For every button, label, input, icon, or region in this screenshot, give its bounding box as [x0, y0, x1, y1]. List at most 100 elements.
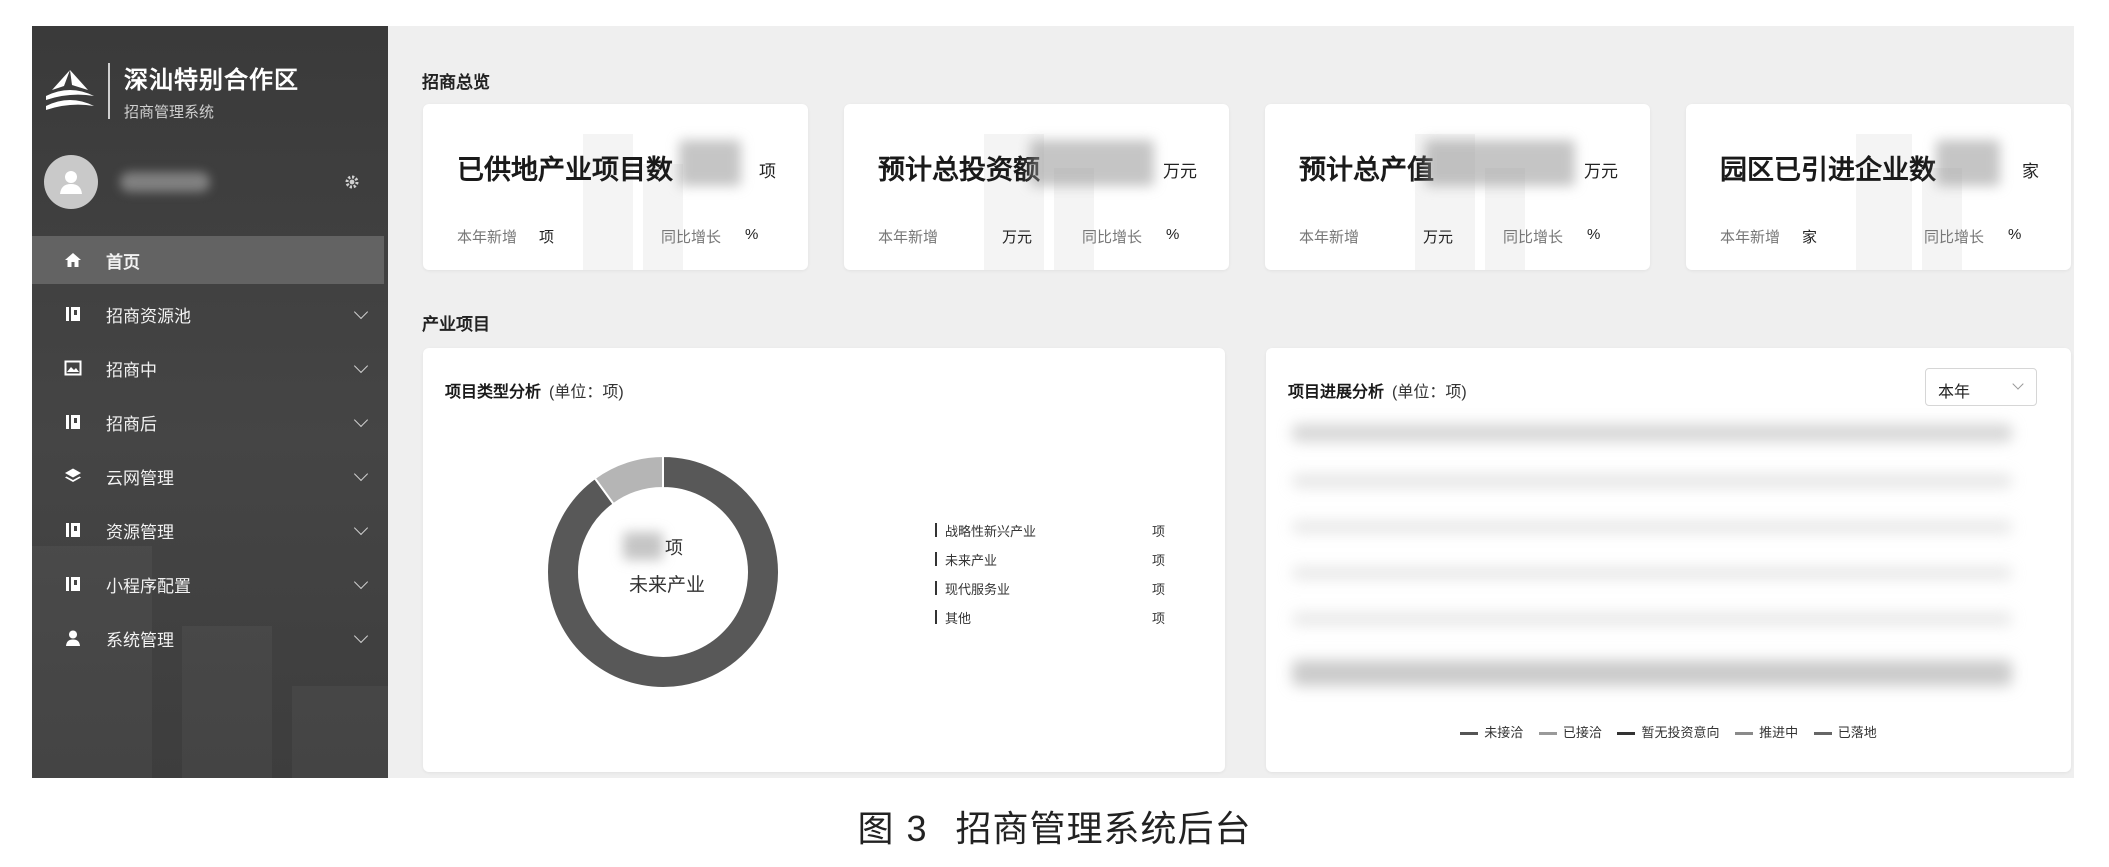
legend-item[interactable]: 已落地	[1813, 722, 1877, 741]
legend-item[interactable]: 未接洽	[1460, 722, 1523, 741]
new-this-year-unit: 万元	[1423, 229, 1454, 246]
period-select[interactable]: 本年	[1925, 368, 2037, 406]
legend-label: 已接洽	[1562, 725, 1602, 740]
sidebar-decoration	[292, 686, 388, 778]
book-icon	[62, 519, 84, 541]
stat-unit: 万元	[1584, 162, 1618, 181]
stat-card-companies[interactable]: 园区已引进企业数 家 本年新增 家 同比增长 %	[1686, 104, 2071, 270]
user-profile[interactable]	[44, 152, 374, 212]
legend-marker	[1735, 732, 1754, 736]
yoy-growth-unit: %	[2008, 226, 2022, 243]
section-title-projects: 产业项目	[422, 315, 490, 334]
legend-item[interactable]: 已接洽	[1538, 722, 1602, 741]
sidebar-item-label: 小程序配置	[106, 576, 191, 596]
chevron-down-icon	[353, 466, 369, 482]
gear-icon[interactable]	[344, 174, 360, 190]
blurred-chart-row	[1292, 520, 2012, 534]
sidebar-item-label: 招商后	[106, 414, 157, 434]
redacted-value	[1936, 140, 2000, 186]
book-icon	[62, 411, 84, 433]
chevron-down-icon	[353, 520, 369, 536]
sidebar-item-cloud-network[interactable]: 云网管理	[32, 452, 388, 500]
legend-item[interactable]: 其他 项	[935, 607, 1165, 629]
blurred-chart-row	[1292, 612, 2012, 626]
sidebar-item-label: 资源管理	[106, 522, 174, 542]
sidebar-item-after[interactable]: 招商后	[32, 398, 388, 446]
yoy-growth-label: 同比增长	[1503, 229, 1564, 246]
brand-divider	[108, 63, 110, 119]
chevron-down-icon	[353, 412, 369, 428]
figure-caption: 图 3 招商管理系统后台	[0, 800, 2109, 852]
new-this-year-unit: 万元	[1002, 229, 1033, 246]
legend-unit: 项	[1151, 524, 1165, 539]
home-icon	[62, 249, 84, 271]
project-progress-panel: 项目进展分析 (单位：项) 本年 未接洽 已接洽 暂无投资意向 推进中 已落地	[1266, 348, 2071, 772]
panel-title-text: 项目类型分析	[445, 384, 542, 401]
stat-card-total-investment[interactable]: 预计总投资额 万元 本年新增 万元 同比增长 %	[844, 104, 1229, 270]
avatar[interactable]	[44, 155, 98, 209]
period-select-value: 本年	[1938, 384, 1971, 401]
app-window: 深汕特别合作区 招商管理系统 首页 招商资源池 招商中 招商后 云网管理 资源管…	[32, 26, 2074, 778]
book-icon	[62, 573, 84, 595]
panel-title: 项目类型分析 (单位：项)	[445, 378, 624, 402]
sidebar-item-in-progress[interactable]: 招商中	[32, 344, 388, 392]
stat-card-total-output[interactable]: 预计总产值 万元 本年新增 万元 同比增长 %	[1265, 104, 1650, 270]
legend-marker	[1813, 732, 1832, 736]
sidebar-item-system[interactable]: 系统管理	[32, 614, 388, 662]
new-this-year-label: 本年新增	[878, 229, 939, 246]
layers-icon	[62, 465, 84, 487]
sidebar: 深汕特别合作区 招商管理系统 首页 招商资源池 招商中 招商后 云网管理 资源管…	[32, 26, 388, 778]
legend-label: 其他	[945, 611, 972, 626]
legend-item[interactable]: 暂无投资意向	[1617, 722, 1720, 741]
yoy-growth-label: 同比增长	[1924, 229, 1985, 246]
sidebar-item-home[interactable]: 首页	[32, 236, 384, 284]
sidebar-item-label: 云网管理	[106, 468, 174, 488]
blurred-chart-row	[1292, 424, 2012, 442]
yoy-growth-unit: %	[745, 226, 759, 243]
brand-subtitle: 招商管理系统	[124, 104, 215, 121]
stat-unit: 万元	[1163, 162, 1197, 181]
caption-number: 3	[906, 808, 928, 849]
legend-item[interactable]: 推进中	[1735, 722, 1798, 741]
blurred-chart-row	[1292, 566, 2012, 580]
legend-label: 战略性新兴产业	[945, 524, 1037, 539]
user-avatar-icon	[60, 171, 82, 194]
legend-label: 未来产业	[945, 553, 998, 568]
yoy-growth-label: 同比增长	[1082, 229, 1143, 246]
redacted-value	[679, 140, 741, 186]
legend-marker	[935, 523, 937, 537]
legend-marker	[1617, 732, 1636, 736]
yoy-growth-unit: %	[1166, 226, 1180, 243]
sidebar-item-resource-management[interactable]: 资源管理	[32, 506, 388, 554]
redacted-center-value	[623, 532, 663, 560]
legend-label: 未接洽	[1484, 725, 1524, 740]
legend-label: 暂无投资意向	[1641, 725, 1720, 740]
caption-fig: 图	[857, 808, 895, 849]
legend-item[interactable]: 战略性新兴产业 项	[935, 520, 1165, 542]
legend-item[interactable]: 未来产业 项	[935, 549, 1165, 571]
brand-title: 深汕特别合作区	[124, 67, 299, 94]
legend-marker	[935, 610, 937, 624]
new-this-year-label: 本年新增	[1299, 229, 1360, 246]
stat-unit: 项	[759, 162, 776, 181]
donut-center-unit: 项	[665, 538, 683, 558]
redacted-value	[1425, 140, 1575, 186]
redacted-value	[1030, 140, 1154, 186]
sidebar-item-miniprogram[interactable]: 小程序配置	[32, 560, 388, 608]
sidebar-item-label: 招商中	[106, 360, 157, 380]
user-icon	[62, 627, 84, 649]
new-this-year-unit: 项	[539, 229, 555, 246]
brand[interactable]: 深汕特别合作区 招商管理系统	[42, 60, 299, 122]
chevron-down-icon	[353, 358, 369, 374]
chevron-down-icon	[353, 304, 369, 320]
sidebar-item-resource-pool[interactable]: 招商资源池	[32, 290, 388, 338]
yoy-growth-label: 同比增长	[661, 229, 722, 246]
legend-unit: 项	[1151, 553, 1165, 568]
legend-item[interactable]: 现代服务业 项	[935, 578, 1165, 600]
new-this-year-unit: 家	[1802, 229, 1818, 246]
panel-title: 项目进展分析 (单位：项)	[1288, 378, 1467, 402]
chevron-down-icon	[2012, 378, 2024, 390]
legend-unit: 项	[1151, 582, 1165, 597]
panel-unit-note: (单位：项)	[549, 384, 624, 401]
stat-card-land-projects[interactable]: 已供地产业项目数 项 本年新增 项 同比增长 %	[423, 104, 808, 270]
